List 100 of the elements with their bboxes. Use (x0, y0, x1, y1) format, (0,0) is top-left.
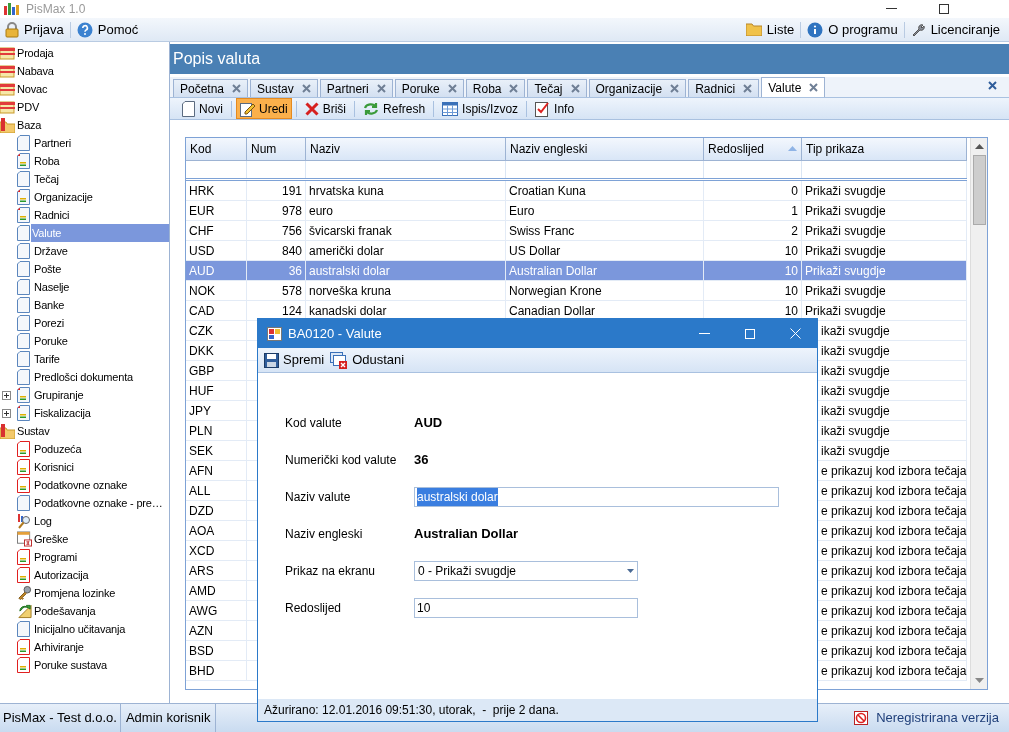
tab[interactable]: Sustav (250, 79, 318, 97)
tab[interactable]: Valute (761, 77, 826, 97)
toolbar-button[interactable]: Novi (178, 98, 227, 119)
tab[interactable]: Poruke (394, 79, 464, 97)
tree-item[interactable]: Programi (33, 548, 79, 566)
close-icon[interactable] (447, 84, 457, 93)
column-header[interactable]: Tip prikaza (802, 138, 967, 160)
column-header[interactable]: Redoslijed (704, 138, 802, 160)
tab[interactable]: Partneri (319, 79, 393, 97)
close-icon[interactable] (988, 81, 997, 90)
toolbar-button[interactable]: Uredi (236, 98, 292, 119)
input-field[interactable]: 10 (414, 597, 638, 618)
tree-item[interactable]: Autorizacija (33, 566, 90, 584)
tree-item[interactable]: Greške (33, 530, 70, 548)
expand-icon[interactable] (2, 390, 11, 400)
menu-item[interactable]: O programu (804, 18, 901, 41)
toolbar-button[interactable]: Spremi (264, 350, 325, 370)
table-cell-text: e prikazuj kod izbora tečaja (821, 582, 967, 600)
tab[interactable]: Početna (173, 79, 249, 97)
tree-item[interactable]: Države (33, 242, 69, 260)
scrollbar-thumb[interactable] (972, 155, 986, 225)
page-title: Popis valuta (173, 49, 261, 69)
dropdown[interactable]: 0 - Prikaži svugdje (414, 560, 638, 581)
close-icon[interactable] (670, 84, 680, 93)
menu-item[interactable]: Licenciranje (907, 18, 1003, 41)
toolbar-button[interactable]: Ispis/Izvoz (438, 98, 523, 119)
document-icon (17, 261, 30, 277)
toolbar-button[interactable]: Info (531, 98, 579, 119)
tree-item[interactable]: Podatkovne oznake - pre… (33, 494, 164, 512)
tree-item[interactable]: Organizacije (33, 188, 94, 206)
tree-item[interactable]: Banke (33, 296, 66, 314)
table-row[interactable]: HRK 191 hrvatska kuna Croatian Kuna 0 Prikaži svugdje (186, 181, 967, 201)
column-header[interactable]: Naziv (306, 138, 506, 160)
tree-item[interactable]: Tečaj (33, 170, 60, 188)
menu-item[interactable]: Pomoć (73, 18, 142, 41)
table-cell-text: DKK (189, 342, 214, 360)
tree-item[interactable]: Prodaja (16, 44, 55, 62)
tree-item[interactable]: Poruke sustava (33, 656, 109, 674)
toolbar-button[interactable]: Refresh (359, 98, 430, 119)
input-field[interactable]: australski dolar (414, 486, 779, 507)
tree-item[interactable]: Naselje (33, 278, 71, 296)
tree-item[interactable]: Promjena lozinke (33, 584, 117, 602)
tree-item[interactable]: Inicijalno učitavanja (33, 620, 127, 638)
close-icon[interactable] (301, 84, 311, 93)
tree-item[interactable]: Korisnici (33, 458, 75, 476)
close-icon[interactable] (232, 84, 242, 93)
close-icon[interactable] (570, 84, 580, 93)
close-icon[interactable] (809, 83, 819, 92)
tree-item[interactable]: Arhiviranje (33, 638, 85, 656)
scroll-up-icon[interactable] (974, 144, 984, 149)
table-cell-text: BSD (189, 642, 214, 660)
menu-item[interactable]: Liste (742, 18, 798, 41)
status-company: PisMax - Test d.o.o. (0, 704, 121, 732)
tree-item[interactable]: Radnici (33, 206, 71, 224)
table-cell-text: ikaži svugdje (821, 362, 890, 380)
tree-item[interactable]: PDV (16, 98, 41, 116)
tree-item[interactable]: Poruke (33, 332, 69, 350)
close-icon[interactable] (743, 84, 753, 93)
table-cell-text: ikaži svugdje (821, 442, 890, 460)
column-header[interactable]: Kod (186, 138, 247, 160)
tab[interactable]: Tečaj (527, 79, 587, 97)
tree-item[interactable]: Roba (33, 152, 61, 170)
tree-item[interactable]: Podešavanja (33, 602, 97, 620)
tree-item[interactable]: Porezi (33, 314, 65, 332)
close-icon[interactable] (509, 84, 519, 93)
minimize-icon[interactable] (886, 8, 897, 10)
tree-item[interactable]: Pošte (33, 260, 63, 278)
toolbar-button[interactable]: Odustani (330, 350, 405, 370)
column-header[interactable]: Naziv engleski (506, 138, 704, 160)
tree-item[interactable]: Nabava (16, 62, 55, 80)
tree-item[interactable]: Poduzeća (33, 440, 83, 458)
expand-icon[interactable] (2, 408, 11, 418)
column-header[interactable]: Num (247, 138, 306, 160)
tab[interactable]: Radnici (688, 79, 760, 97)
table-cell-text: 191 (281, 182, 302, 200)
tree-item[interactable]: Partneri (33, 134, 72, 152)
table-cell-text: US Dollar (509, 242, 561, 260)
table-cell-text: Prikaži svugdje (805, 302, 886, 320)
tree-item[interactable]: Predlošci dokumenta (33, 368, 134, 386)
tree-item[interactable]: Fiskalizacija (33, 404, 92, 422)
tree-item[interactable]: Sustav (16, 422, 51, 440)
tree-item[interactable]: Novac (16, 80, 49, 98)
close-icon[interactable] (376, 84, 386, 93)
table-cell-text: ikaži svugdje (821, 402, 890, 420)
table-cell-text: Swiss Franc (509, 222, 575, 240)
toolbar-button[interactable]: Briši (300, 98, 351, 119)
table-row[interactable]: NOK 578 norveška kruna Norwegian Krone 10 Prikaži svugdje (186, 281, 967, 301)
table-row[interactable]: EUR 978 euro Euro 1 Prikaži svugdje (186, 201, 967, 221)
tree-item[interactable]: Log (33, 512, 53, 530)
tree-item[interactable]: Tarife (33, 350, 61, 368)
tree-item[interactable]: Podatkovne oznake (33, 476, 129, 494)
tab[interactable]: Organizacije (588, 79, 687, 97)
menu-item[interactable]: Prijava (2, 18, 67, 41)
tab[interactable]: Roba (465, 79, 526, 97)
scroll-down-icon[interactable] (974, 678, 984, 683)
table-row[interactable]: CHF 756 švicarski franak Swiss Franc 2 Prikaži svugdje (186, 221, 967, 241)
scrollbar[interactable] (970, 138, 987, 689)
tree-item[interactable]: Baza (16, 116, 43, 134)
tree-item[interactable]: Grupiranje (33, 386, 85, 404)
maximize-icon[interactable] (939, 4, 949, 14)
